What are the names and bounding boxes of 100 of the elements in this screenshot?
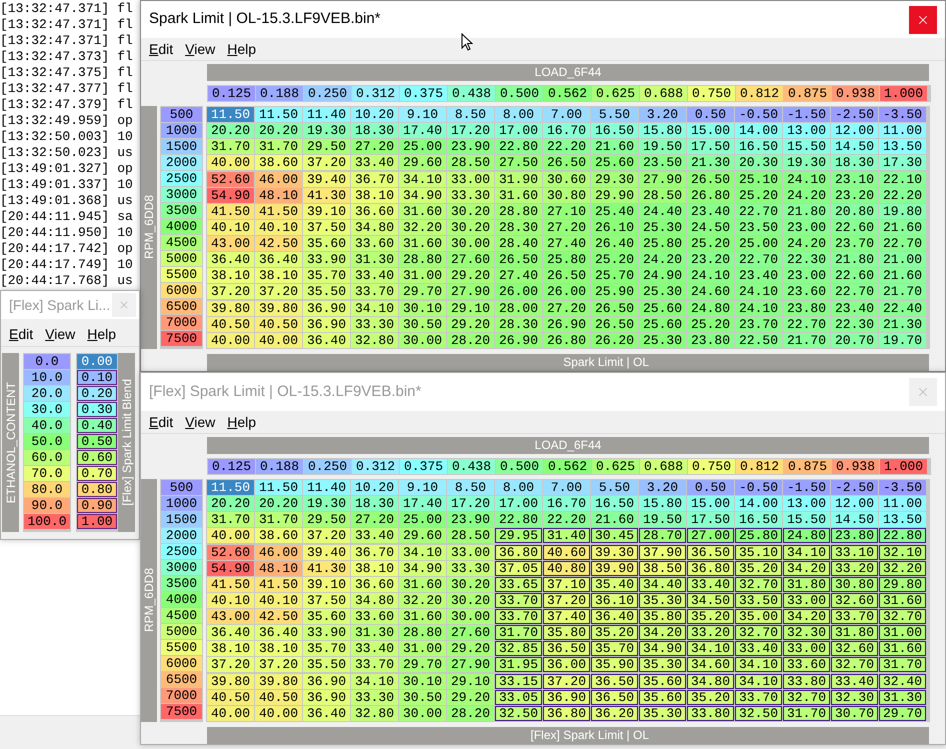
table-cell[interactable]: 37.20 xyxy=(255,657,302,672)
table-cell[interactable]: 29.70 xyxy=(399,657,446,672)
table-cell[interactable]: 36.90 xyxy=(303,300,350,316)
table-cell[interactable]: 32.20 xyxy=(399,220,446,235)
table-cell[interactable]: 34.10 xyxy=(351,674,398,689)
table-cell[interactable]: 38.50 xyxy=(639,560,686,576)
table-cell[interactable]: 39.80 xyxy=(207,300,254,316)
table-cell[interactable]: 23.00 xyxy=(783,220,830,235)
table-cell[interactable]: 40.00 xyxy=(255,706,302,721)
table-cell[interactable]: 26.80 xyxy=(687,188,734,203)
table-cell[interactable]: 36.70 xyxy=(351,544,398,560)
table-cell[interactable]: 25.80 xyxy=(735,528,782,544)
table-cell[interactable]: 10.20 xyxy=(351,480,398,495)
table-cell[interactable]: 34.10 xyxy=(735,657,782,672)
table-cell[interactable]: 21.00 xyxy=(879,252,926,268)
table-cell[interactable]: 23.40 xyxy=(687,204,734,219)
table-cell[interactable]: 0.50 xyxy=(687,107,734,122)
table-cell[interactable]: 34.10 xyxy=(687,641,734,656)
table-cell[interactable]: 25.20 xyxy=(591,252,638,268)
table-cell[interactable]: 29.10 xyxy=(447,300,494,316)
table-cell[interactable]: 23.70 xyxy=(831,236,878,252)
table-cell[interactable]: 48.10 xyxy=(255,560,302,576)
table-cell[interactable]: 24.20 xyxy=(783,236,830,252)
table-cell[interactable]: 17.20 xyxy=(447,123,494,138)
table-cell[interactable]: 35.60 xyxy=(303,609,350,624)
table-cell[interactable]: -0.50 xyxy=(735,480,782,495)
table-cell[interactable]: 31.60 xyxy=(399,576,446,592)
table-cell[interactable]: 26.50 xyxy=(591,316,638,332)
table-cell[interactable]: 30.20 xyxy=(447,204,494,219)
table-cell[interactable]: 22.30 xyxy=(783,252,830,268)
table-cell[interactable]: 23.70 xyxy=(735,316,782,332)
table-cell[interactable]: 34.40 xyxy=(639,576,686,592)
table-cell[interactable]: 13.50 xyxy=(879,512,926,528)
table-cell[interactable]: 33.30 xyxy=(351,316,398,332)
table-cell[interactable]: 25.10 xyxy=(735,172,782,186)
table-cell[interactable]: 34.10 xyxy=(735,674,782,689)
table-cell[interactable]: 33.40 xyxy=(351,641,398,656)
table-cell[interactable]: 27.90 xyxy=(447,284,494,300)
table-cell[interactable]: 34.50 xyxy=(687,592,734,608)
table-cell[interactable]: 32.70 xyxy=(879,609,926,624)
menu-item[interactable]: Help xyxy=(227,412,256,433)
table-cell[interactable]: 22.10 xyxy=(879,172,926,186)
table-cell[interactable]: 23.50 xyxy=(735,220,782,235)
table-cell[interactable]: 25.60 xyxy=(591,155,638,170)
table-cell[interactable]: 32.60 xyxy=(831,641,878,656)
table-cell[interactable]: 32.30 xyxy=(783,625,830,640)
table-cell[interactable]: 0.50 xyxy=(687,480,734,495)
table-cell[interactable]: 15.00 xyxy=(687,496,734,512)
table-cell[interactable]: 35.70 xyxy=(303,268,350,284)
table-cell[interactable]: 40.50 xyxy=(255,316,302,332)
table-cell[interactable]: 34.80 xyxy=(687,674,734,689)
table-cell[interactable]: 27.40 xyxy=(543,236,590,252)
table-cell[interactable]: 30.10 xyxy=(399,674,446,689)
table-cell[interactable]: 0.60 xyxy=(77,450,117,465)
table-cell[interactable]: 34.90 xyxy=(399,188,446,203)
table-cell[interactable]: 18.30 xyxy=(831,155,878,170)
table-cell[interactable]: 10.20 xyxy=(351,107,398,122)
table-cell[interactable]: 25.30 xyxy=(639,220,686,235)
table-cell[interactable]: 36.60 xyxy=(351,576,398,592)
table-cell[interactable]: 41.50 xyxy=(255,204,302,219)
table-cell[interactable]: 14.00 xyxy=(735,496,782,512)
table-cell[interactable]: 36.80 xyxy=(495,544,542,560)
table-cell[interactable]: 0.50 xyxy=(77,434,117,449)
table-cell[interactable]: 17.40 xyxy=(399,496,446,512)
table-cell[interactable]: 35.90 xyxy=(591,657,638,672)
table-cell[interactable]: 37.20 xyxy=(303,155,350,170)
table-cell[interactable]: 21.60 xyxy=(591,512,638,528)
table-cell[interactable]: 35.60 xyxy=(639,690,686,705)
table-cell[interactable]: 37.40 xyxy=(543,609,590,624)
table-cell[interactable]: 24.10 xyxy=(687,268,734,284)
table-cell[interactable]: 24.40 xyxy=(639,204,686,219)
table-cell[interactable]: 37.20 xyxy=(207,284,254,300)
table-cell[interactable]: 26.50 xyxy=(543,155,590,170)
table-cell[interactable]: 33.30 xyxy=(351,690,398,705)
table-cell[interactable]: 32.50 xyxy=(495,706,542,721)
table-cell[interactable]: 40.10 xyxy=(207,592,254,608)
table-cell[interactable]: 24.50 xyxy=(687,220,734,235)
table-cell[interactable]: 24.10 xyxy=(735,300,782,316)
table-cell[interactable]: 30.00 xyxy=(399,706,446,721)
table-cell[interactable]: 27.90 xyxy=(447,657,494,672)
table-cell[interactable]: 23.80 xyxy=(783,300,830,316)
table-cell[interactable]: 42.50 xyxy=(255,236,302,252)
table-cell[interactable]: 33.15 xyxy=(495,674,542,689)
table-cell[interactable]: 39.10 xyxy=(303,204,350,219)
table-cell[interactable]: 28.30 xyxy=(495,316,542,332)
table-cell[interactable]: 11.50 xyxy=(255,480,302,495)
table-cell[interactable]: 43.00 xyxy=(207,609,254,624)
table-cell[interactable]: 20.80 xyxy=(831,204,878,219)
table-cell[interactable]: 26.50 xyxy=(495,252,542,268)
table-cell[interactable]: 40.00 xyxy=(207,706,254,721)
table-cell[interactable]: 24.80 xyxy=(783,528,830,544)
table-cell[interactable]: 32.20 xyxy=(879,560,926,576)
table-cell[interactable]: 32.70 xyxy=(783,690,830,705)
table-cell[interactable]: 0.20 xyxy=(77,386,117,401)
table-cell[interactable]: 32.30 xyxy=(831,690,878,705)
table-cell[interactable]: 46.00 xyxy=(255,544,302,560)
table-cell[interactable]: 33.70 xyxy=(831,609,878,624)
table-cell[interactable]: 29.20 xyxy=(447,690,494,705)
table-cell[interactable]: 32.80 xyxy=(351,332,398,348)
table-cell[interactable]: 33.00 xyxy=(447,544,494,560)
